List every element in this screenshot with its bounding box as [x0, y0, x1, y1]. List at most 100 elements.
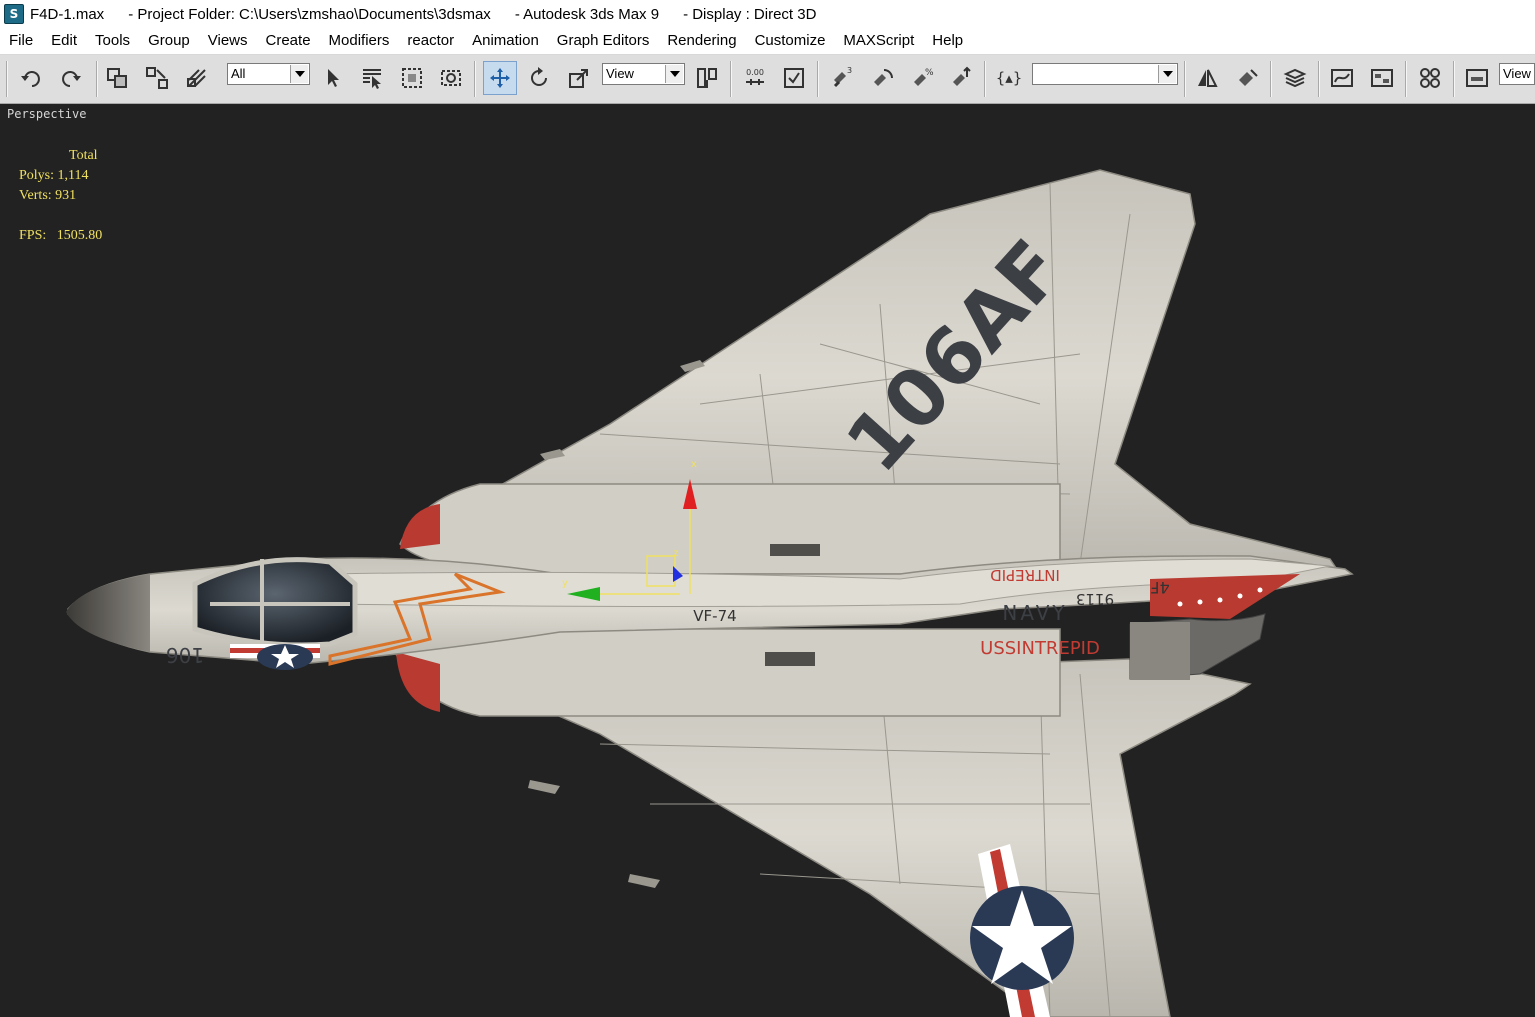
fps-value: 1505.80: [56, 228, 103, 243]
percent-snap-button[interactable]: %: [907, 63, 937, 93]
rotate-icon: [531, 67, 547, 86]
link-icon: [107, 68, 127, 88]
toolbar-separator: [474, 61, 476, 97]
manipulate-toggle-button[interactable]: [779, 63, 809, 93]
angle-snap-button[interactable]: [867, 63, 897, 93]
select-and-link-button[interactable]: [102, 63, 132, 93]
menu-group[interactable]: Group: [139, 28, 199, 54]
tail-section: [1130, 622, 1190, 680]
spinner-snap-button[interactable]: 0.00: [740, 63, 770, 93]
menu-views[interactable]: Views: [199, 28, 257, 54]
toolbar-grip[interactable]: [6, 61, 8, 97]
menu-reactor[interactable]: reactor: [398, 28, 463, 54]
title-project-folder: - Project Folder: C:\Users\zmshao\Docume…: [128, 5, 491, 23]
f4d-skyray-model[interactable]: 106AF VF-74 NAVY USSINTREPID INTREPID 91…: [0, 104, 1535, 1017]
menu-modifiers[interactable]: Modifiers: [320, 28, 399, 54]
redo-button[interactable]: [56, 63, 86, 93]
chevron-down-icon: [1158, 65, 1176, 83]
menu-customize[interactable]: Customize: [746, 28, 835, 54]
menu-maxscript[interactable]: MAXScript: [834, 28, 923, 54]
toolbar-separator: [1405, 61, 1407, 97]
material-editor-button[interactable]: [1415, 63, 1445, 93]
verts-value: 931: [55, 188, 77, 203]
verts-label: Verts:: [19, 188, 52, 203]
edit-named-selection-button[interactable]: {▴}: [994, 63, 1024, 93]
navy-marking: NAVY: [1002, 601, 1067, 625]
menu-graph-editors[interactable]: Graph Editors: [548, 28, 659, 54]
main-toolbar: All View 0.00 3 % {▴} View: [0, 55, 1535, 104]
vent-upper: [770, 544, 820, 556]
svg-text:3: 3: [847, 66, 852, 75]
snaps-toggle-button[interactable]: 3: [827, 63, 857, 93]
toolbar-separator: [817, 61, 819, 97]
toolbar-separator: [96, 61, 98, 97]
3dsmax-app-icon[interactable]: S: [4, 4, 24, 24]
menu-rendering[interactable]: Rendering: [658, 28, 745, 54]
menu-create[interactable]: Create: [257, 28, 320, 54]
render-type-dropdown[interactable]: View: [1499, 63, 1535, 85]
undo-icon: [21, 71, 40, 87]
wing-fin: [628, 874, 660, 888]
mirror-button[interactable]: [1192, 63, 1222, 93]
cursor-arrow-icon: [328, 69, 339, 87]
svg-text:%: %: [925, 68, 934, 78]
reference-coordinate-value: View: [606, 66, 634, 81]
curve-editor-icon: [1331, 69, 1353, 87]
tail-flag-stripe: [1150, 574, 1300, 619]
unlink-selection-button[interactable]: [142, 63, 172, 93]
layer-manager-button[interactable]: [1280, 63, 1310, 93]
rectangular-selection-region-button[interactable]: [397, 63, 427, 93]
perspective-viewport[interactable]: 106AF VF-74 NAVY USSINTREPID INTREPID 91…: [0, 104, 1535, 1017]
ship-marking-mirrored: INTREPID: [990, 566, 1060, 584]
align-button[interactable]: [1232, 63, 1262, 93]
chevron-down-icon: [665, 65, 683, 83]
toolbar-separator: [1318, 61, 1320, 97]
nose-cone: [66, 574, 150, 652]
gizmo-y-label: y: [562, 578, 568, 589]
vent-lower: [765, 652, 815, 666]
reference-coordinate-dropdown[interactable]: View: [602, 63, 685, 85]
bind-to-space-warp-button[interactable]: [182, 63, 212, 93]
polys-value: 1,114: [57, 168, 89, 183]
wing-fin: [528, 780, 560, 794]
menu-help[interactable]: Help: [923, 28, 972, 54]
render-teapot-icon: [1466, 69, 1488, 87]
select-by-name-button[interactable]: [357, 63, 387, 93]
polys-label: Polys:: [19, 168, 55, 183]
curve-editor-button[interactable]: [1327, 63, 1357, 93]
chevron-down-icon: [290, 65, 308, 83]
menu-tools[interactable]: Tools: [86, 28, 139, 54]
tail-code-marking: 4F: [1150, 578, 1169, 597]
mirror-icon: [1198, 69, 1218, 87]
undo-button[interactable]: [16, 63, 46, 93]
material-spheres-icon: [1420, 68, 1440, 88]
schematic-view-button[interactable]: [1367, 63, 1397, 93]
select-object-button[interactable]: [318, 63, 348, 93]
stats-header: Total: [69, 148, 98, 163]
selection-filter-value: All: [231, 66, 246, 81]
menu-file[interactable]: File: [0, 28, 42, 54]
stats-fps-row: FPS: 1505.80: [19, 226, 102, 246]
toolbar-separator: [984, 61, 986, 97]
render-scene-button[interactable]: [1462, 63, 1492, 93]
pivot-point-center-button[interactable]: [692, 63, 722, 93]
spinner-snap-icon: 0.00: [746, 68, 764, 85]
window-crossing-icon: [441, 70, 461, 86]
select-and-scale-button[interactable]: [564, 63, 594, 93]
toolbar-separator: [730, 61, 732, 97]
title-display-driver: - Display : Direct 3D: [683, 5, 817, 23]
serial-marking: 9113: [1076, 590, 1114, 608]
viewport-label[interactable]: Perspective: [7, 107, 86, 121]
scale-icon: [569, 69, 588, 88]
select-and-rotate-button[interactable]: [524, 63, 554, 93]
select-by-name-icon: [363, 69, 381, 89]
menu-edit[interactable]: Edit: [42, 28, 86, 54]
selection-filter-dropdown[interactable]: All: [227, 63, 310, 85]
spinner-snap-toggle-button[interactable]: [946, 63, 976, 93]
squadron-marking: VF-74: [693, 607, 736, 625]
menu-animation[interactable]: Animation: [463, 28, 548, 54]
window-crossing-button[interactable]: [436, 63, 466, 93]
schematic-icon: [1371, 69, 1393, 87]
select-and-move-button[interactable]: [483, 61, 517, 95]
named-selection-sets-dropdown[interactable]: [1032, 63, 1178, 85]
